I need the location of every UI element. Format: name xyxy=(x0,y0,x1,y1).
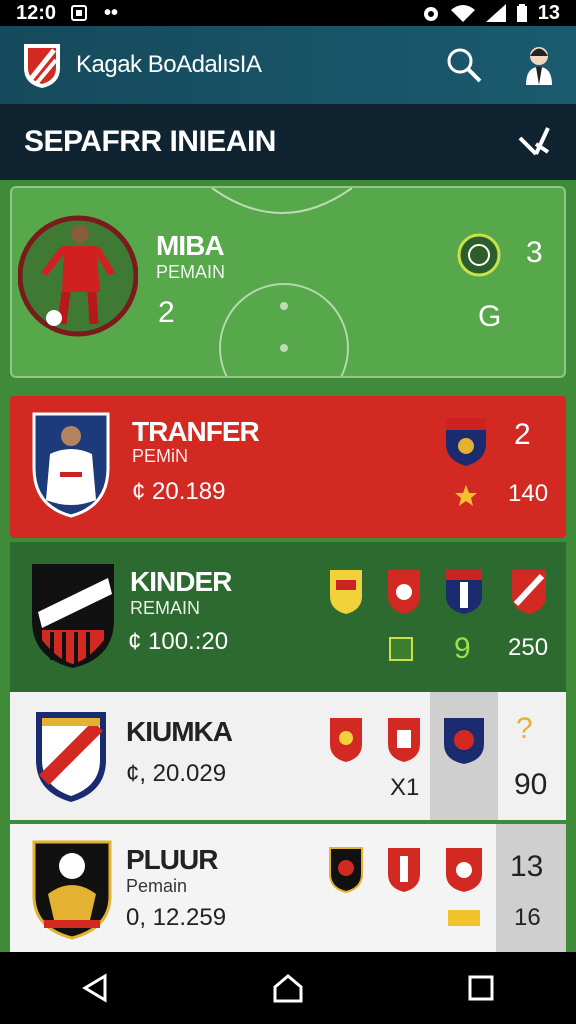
player-role: PEMiN xyxy=(132,446,189,466)
player-role: REMAIN xyxy=(130,598,201,618)
club-badge-icon xyxy=(446,570,482,614)
player-score: 140 xyxy=(508,480,549,507)
player-score: 90 xyxy=(514,768,548,801)
search-icon[interactable] xyxy=(446,47,482,83)
rating-value: 3 xyxy=(526,236,543,269)
player-role: PEMAIN xyxy=(156,262,226,282)
player-portrait xyxy=(32,412,110,518)
back-icon[interactable] xyxy=(81,973,109,1003)
club-badge-icon xyxy=(457,233,501,277)
player-price: ¢, 20.029 xyxy=(126,760,227,787)
app-bar: Kagak BoAdalısIA xyxy=(0,26,576,104)
player-card[interactable]: KIUMKA ¢, 20.029 X1 ? 90 xyxy=(10,692,566,820)
player-card[interactable]: PLUUR Pemain 0, 12.259 13 16 xyxy=(10,824,566,952)
player-name: KINDER xyxy=(130,566,232,597)
club-crest-icon xyxy=(32,840,112,940)
rating-value: 13 xyxy=(510,850,544,883)
club-badge-icon xyxy=(512,570,546,614)
player-price: 0, 12.259 xyxy=(126,904,227,931)
signal-icon xyxy=(485,4,506,22)
app-title: Kagak BoAdalısIA xyxy=(76,51,262,78)
club-badge-icon xyxy=(330,718,362,762)
more-dots-icon: •• xyxy=(104,1,119,24)
player-score: 250 xyxy=(508,634,549,661)
section-title: SEPAFRR INIEAIN xyxy=(24,125,276,158)
player-portrait xyxy=(18,215,138,337)
club-badge-icon xyxy=(444,718,484,764)
close-icon[interactable] xyxy=(516,124,552,160)
battery-level: 13 xyxy=(537,1,560,24)
section-header: SEPAFRR INIEAIN xyxy=(0,104,576,180)
status-time: 12:0 xyxy=(16,1,57,24)
notification-icon xyxy=(71,5,88,21)
club-crest-icon xyxy=(32,564,114,668)
player-name: TRANFER xyxy=(132,416,260,447)
recents-icon[interactable] xyxy=(467,974,495,1002)
rating-value: 2 xyxy=(514,418,531,451)
alarm-icon xyxy=(423,7,438,21)
player-name: MIBA xyxy=(156,230,225,261)
star-icon xyxy=(455,485,477,506)
club-badge-icon xyxy=(329,847,363,894)
rating-value: ? xyxy=(516,712,533,745)
player-stat-value: 2 xyxy=(158,296,175,329)
club-badge-icon xyxy=(446,418,486,466)
club-badge-icon xyxy=(388,570,420,614)
highlight-column xyxy=(496,824,566,952)
club-logo-icon xyxy=(24,44,60,88)
status-bar: 12:0 •• 13 xyxy=(0,0,576,26)
player-card[interactable]: MIBA PEMAIN 2 3 G xyxy=(10,186,566,378)
club-badge-icon xyxy=(388,848,420,892)
player-card[interactable]: KINDER REMAIN ¢ 100.:20 9 250 xyxy=(10,542,566,692)
club-crest-icon xyxy=(36,712,106,802)
wifi-icon xyxy=(450,5,475,22)
battery-icon xyxy=(516,4,527,22)
profile-avatar-icon[interactable] xyxy=(524,45,554,85)
card-icon xyxy=(448,910,480,926)
club-badge-icon xyxy=(330,570,362,614)
club-badge-icon xyxy=(446,848,482,892)
player-price: ¢ 100.:20 xyxy=(128,628,229,655)
player-score: 16 xyxy=(514,904,541,931)
player-name: PLUUR xyxy=(126,844,218,875)
player-card[interactable]: TRANFER PEMiN ¢ 20.189 2 140 xyxy=(10,396,566,538)
player-name: KIUMKA xyxy=(126,716,233,747)
stat-value: 9 xyxy=(454,632,471,665)
position-value: G xyxy=(478,300,502,333)
system-nav-bar xyxy=(0,952,576,1024)
player-role: Pemain xyxy=(126,876,188,896)
club-badge-icon xyxy=(388,718,420,762)
stat-value: X1 xyxy=(390,774,420,801)
home-icon[interactable] xyxy=(272,973,304,1003)
player-price: ¢ 20.189 xyxy=(132,478,226,505)
card-icon xyxy=(389,637,413,661)
player-list: MIBA PEMAIN 2 3 G TRANFER PEMiN ¢ 20.189… xyxy=(0,180,576,952)
